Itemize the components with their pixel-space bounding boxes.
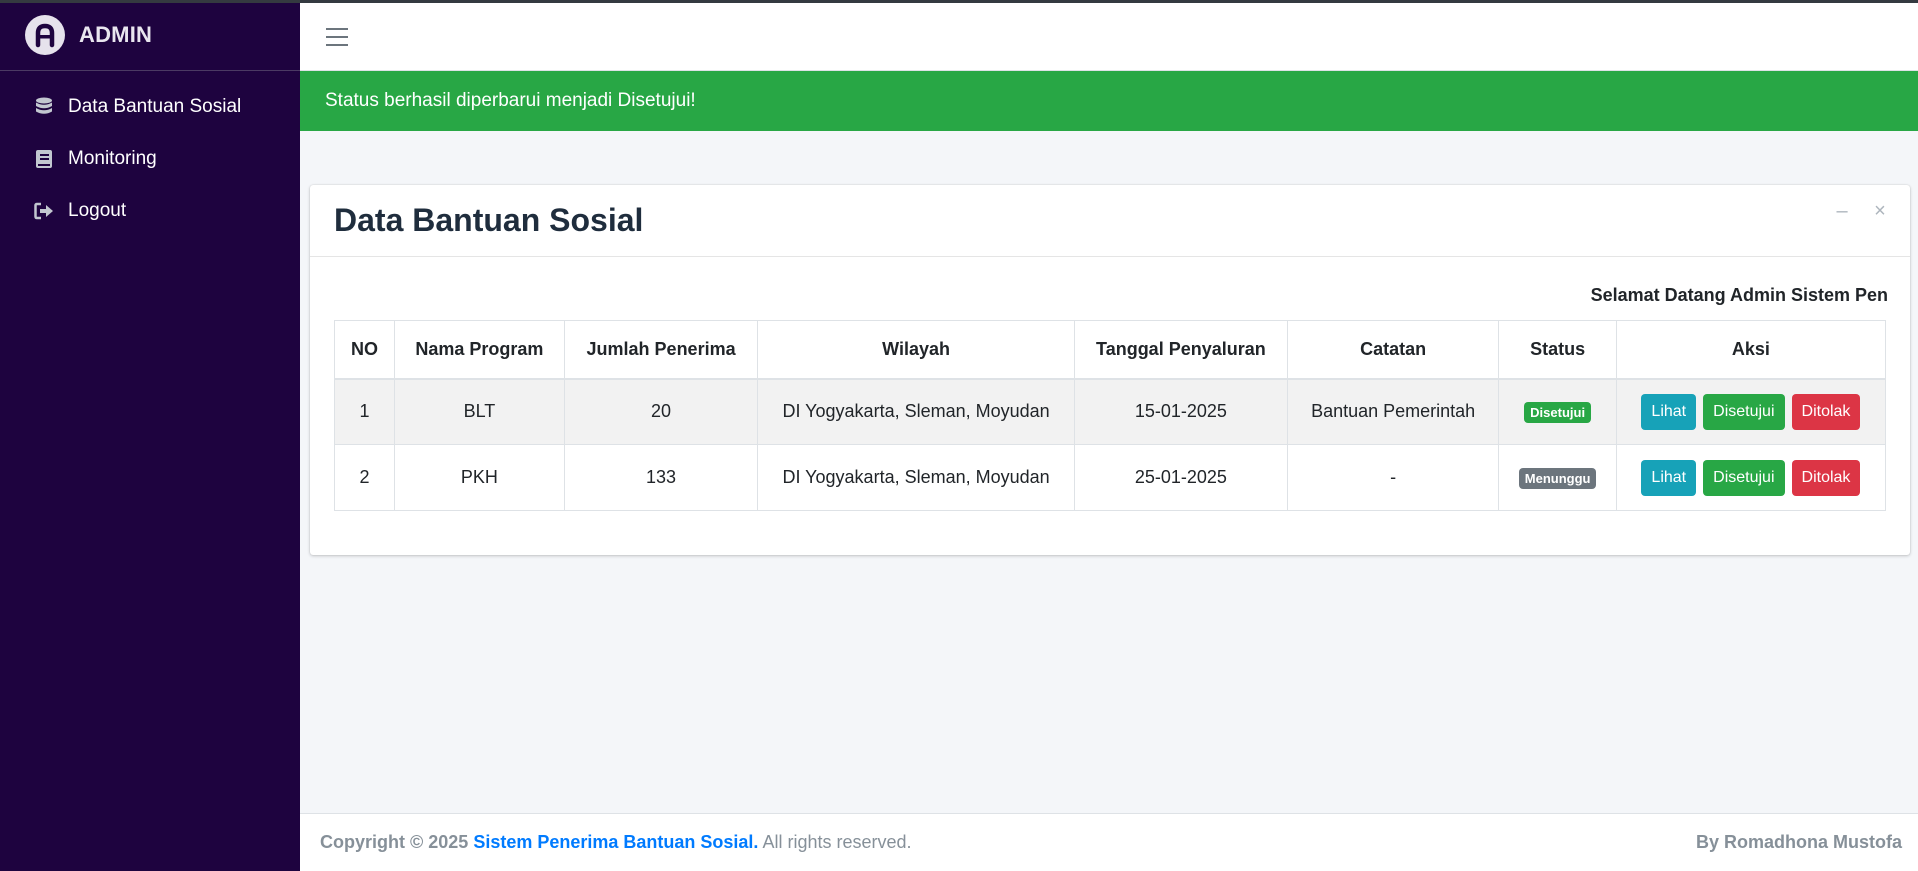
book-icon	[34, 148, 54, 170]
sidebar-item-monitoring[interactable]: Monitoring	[0, 133, 300, 185]
cell-tanggal: 25-01-2025	[1073, 444, 1288, 511]
sidebar-item-label: Data Bantuan Sosial	[68, 96, 242, 117]
column-header[interactable]: NO	[334, 320, 395, 380]
reject-button[interactable]: Ditolak	[1791, 459, 1861, 496]
copyright-text: Copyright © 2025	[320, 832, 469, 852]
sign-out-icon	[34, 200, 54, 222]
hamburger-icon[interactable]	[326, 27, 348, 46]
sidebar-item-label: Logout	[68, 200, 127, 221]
data-table: NO Nama Program Jumlah Penerima Wilayah …	[334, 320, 1887, 511]
sidebar-item-logout[interactable]: Logout	[0, 185, 300, 237]
cell-status: Menunggu	[1498, 444, 1617, 511]
cell-program: PKH	[393, 444, 565, 511]
table-header-row: NO Nama Program Jumlah Penerima Wilayah …	[334, 320, 1887, 380]
card-header: Data Bantuan Sosial – ×	[310, 185, 1910, 257]
footer-author: By Romadhona Mustofa	[1695, 832, 1902, 852]
top-border	[0, 0, 1918, 3]
column-header[interactable]: Nama Program	[393, 320, 565, 380]
brand-name: ADMIN	[79, 22, 153, 47]
site-link[interactable]: Sistem Penerima Bantuan Sosial.	[473, 832, 758, 852]
minimize-icon[interactable]: –	[1832, 200, 1852, 222]
data-card: Data Bantuan Sosial – × Selamat Datang A…	[310, 185, 1910, 555]
card-tools: – ×	[1832, 200, 1890, 222]
alert-message: Status berhasil diperbarui menjadi Diset…	[325, 90, 696, 111]
success-alert: Status berhasil diperbarui menjadi Diset…	[300, 71, 1918, 131]
approve-button[interactable]: Disetujui	[1703, 393, 1785, 430]
view-button[interactable]: Lihat	[1641, 459, 1697, 496]
view-button[interactable]: Lihat	[1641, 393, 1697, 430]
footer: Copyright © 2025 Sistem Penerima Bantuan…	[300, 813, 1918, 871]
approve-button[interactable]: Disetujui	[1703, 459, 1785, 496]
column-header[interactable]: Wilayah	[757, 320, 1075, 380]
sidebar-nav: Data Bantuan Sosial Monitoring Logout	[0, 71, 300, 237]
cell-no: 1	[334, 378, 395, 445]
database-icon	[34, 96, 54, 118]
cell-catatan: Bantuan Pemerintah	[1286, 378, 1500, 445]
main-content: Status berhasil diperbarui menjadi Diset…	[300, 3, 1918, 871]
column-header[interactable]: Aksi	[1615, 320, 1887, 380]
status-badge: Menunggu	[1518, 467, 1597, 489]
top-navbar	[300, 3, 1918, 71]
cell-jumlah: 133	[563, 444, 759, 511]
cell-tanggal: 15-01-2025	[1073, 378, 1288, 445]
brand[interactable]: ADMIN	[0, 0, 300, 71]
close-icon[interactable]: ×	[1870, 200, 1890, 222]
cell-actions: Lihat Disetujui Ditolak	[1615, 378, 1887, 445]
cell-actions: Lihat Disetujui Ditolak	[1615, 444, 1887, 511]
sidebar: ADMIN Data Bantuan Sosial Monitoring Log…	[0, 0, 300, 871]
sidebar-item-label: Monitoring	[68, 148, 157, 169]
page-title: Data Bantuan Sosial	[334, 202, 644, 238]
sidebar-item-data-bantuan-sosial[interactable]: Data Bantuan Sosial	[0, 81, 300, 133]
welcome-text: Selamat Datang Admin Sistem Pen	[1590, 285, 1888, 305]
table-row: 2 PKH 133 DI Yogyakarta, Sleman, Moyudan…	[334, 444, 1887, 511]
column-header[interactable]: Status	[1498, 320, 1617, 380]
cell-jumlah: 20	[563, 378, 759, 445]
table-row: 1 BLT 20 DI Yogyakarta, Sleman, Moyudan …	[334, 378, 1887, 445]
column-header[interactable]: Tanggal Penyaluran	[1073, 320, 1288, 380]
reject-button[interactable]: Ditolak	[1791, 393, 1861, 430]
cell-catatan: -	[1286, 444, 1500, 511]
cell-wilayah: DI Yogyakarta, Sleman, Moyudan	[757, 444, 1075, 511]
column-header[interactable]: Jumlah Penerima	[563, 320, 759, 380]
cell-no: 2	[334, 444, 395, 511]
admin-logo-icon	[25, 15, 65, 55]
cell-status: Disetujui	[1498, 378, 1617, 445]
footer-copyright: Copyright © 2025 Sistem Penerima Bantuan…	[320, 832, 912, 853]
rights-text: All rights reserved.	[762, 832, 912, 852]
cell-wilayah: DI Yogyakarta, Sleman, Moyudan	[757, 378, 1075, 445]
column-header[interactable]: Catatan	[1286, 320, 1500, 380]
cell-program: BLT	[393, 378, 565, 445]
status-badge: Disetujui	[1524, 401, 1592, 423]
